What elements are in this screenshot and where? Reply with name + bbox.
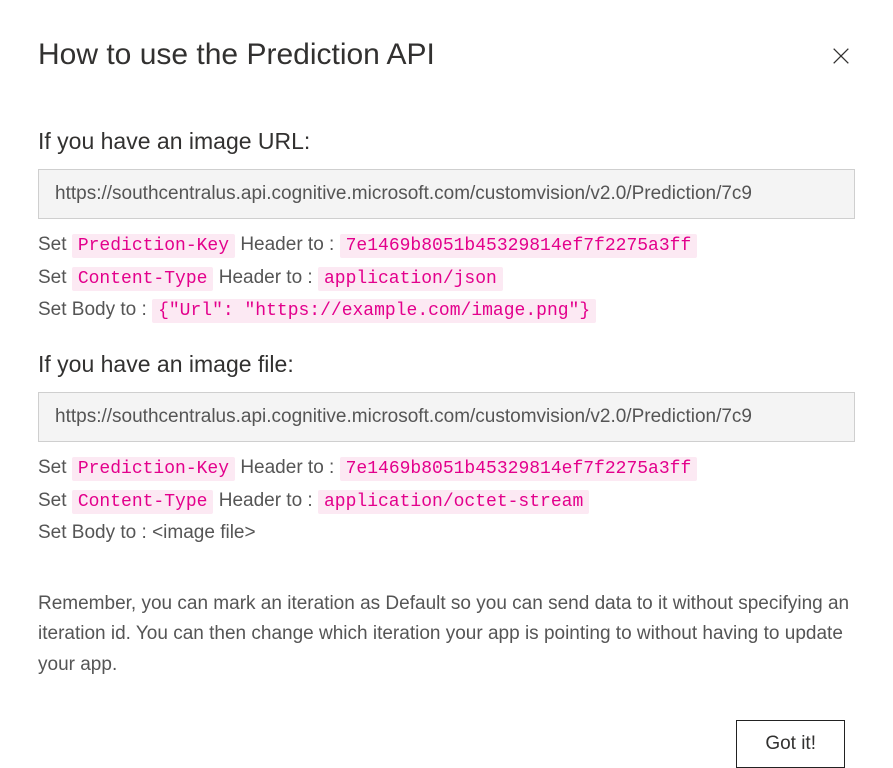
url-instruction-content-type: Set Content-Type Header to : application… xyxy=(38,262,855,295)
section-file-heading: If you have an image file: xyxy=(38,351,855,378)
got-it-button[interactable]: Got it! xyxy=(736,720,845,768)
file-content-type-value-code: application/octet-stream xyxy=(318,490,589,514)
file-prediction-key-value-code: 7e1469b8051b45329814ef7f2275a3ff xyxy=(340,457,698,481)
url-line1-prefix: Set xyxy=(38,234,72,255)
prediction-key-value-code: 7e1469b8051b45329814ef7f2275a3ff xyxy=(340,234,698,258)
url-line2-prefix: Set xyxy=(38,267,72,288)
file-line1-mid: Header to : xyxy=(235,457,340,478)
dialog-title: How to use the Prediction API xyxy=(38,38,855,72)
content-type-header-code: Content-Type xyxy=(72,267,214,291)
file-instruction-body: Set Body to : <image file> xyxy=(38,517,855,548)
body-json-code: {"Url": "https://example.com/image.png"} xyxy=(152,299,596,323)
file-content-type-header-code: Content-Type xyxy=(72,490,214,514)
url-line3-prefix: Set Body to : xyxy=(38,299,152,320)
file-prediction-key-header-code: Prediction-Key xyxy=(72,457,235,481)
action-row: Got it! xyxy=(38,720,855,768)
file-body-text: Set Body to : <image file> xyxy=(38,522,256,543)
url-instruction-prediction-key: Set Prediction-Key Header to : 7e1469b80… xyxy=(38,229,855,262)
file-endpoint-box[interactable]: https://southcentralus.api.cognitive.mic… xyxy=(38,392,855,442)
section-url-heading: If you have an image URL: xyxy=(38,128,855,155)
footer-note: Remember, you can mark an iteration as D… xyxy=(38,589,855,680)
url-endpoint-box[interactable]: https://southcentralus.api.cognitive.mic… xyxy=(38,169,855,219)
url-instruction-body: Set Body to : {"Url": "https://example.c… xyxy=(38,294,855,327)
file-line2-mid: Header to : xyxy=(213,490,318,511)
file-instruction-content-type: Set Content-Type Header to : application… xyxy=(38,485,855,518)
close-icon xyxy=(830,45,852,67)
file-line1-prefix: Set xyxy=(38,457,72,478)
prediction-key-header-code: Prediction-Key xyxy=(72,234,235,258)
close-button[interactable] xyxy=(827,42,855,70)
file-line2-prefix: Set xyxy=(38,490,72,511)
prediction-api-dialog: How to use the Prediction API If you hav… xyxy=(0,0,893,747)
url-line2-mid: Header to : xyxy=(213,267,318,288)
content-type-value-code: application/json xyxy=(318,267,503,291)
file-instruction-prediction-key: Set Prediction-Key Header to : 7e1469b80… xyxy=(38,452,855,485)
url-line1-mid: Header to : xyxy=(235,234,340,255)
